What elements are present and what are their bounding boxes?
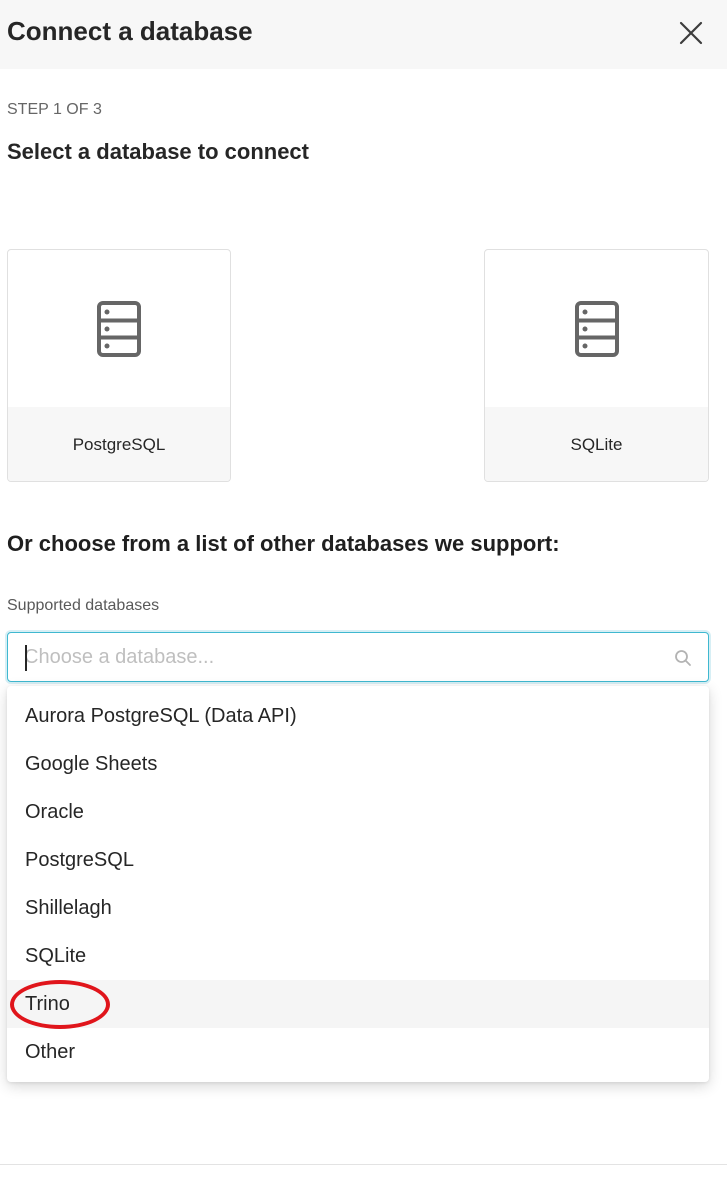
supported-databases-label: Supported databases [7,597,160,614]
footer-divider [0,1164,727,1165]
dropdown-option[interactable]: Oracle [7,788,709,836]
dropdown-option[interactable]: SQLite [7,932,709,980]
database-icon [574,300,619,357]
dropdown-option[interactable]: Other [7,1028,709,1076]
database-search-input[interactable] [24,633,664,681]
text-caret [25,645,27,671]
close-icon[interactable] [676,18,706,48]
database-dropdown-menu: Aurora PostgreSQL (Data API) Google Shee… [7,686,709,1082]
dropdown-option[interactable]: Aurora PostgreSQL (Data API) [7,692,709,740]
modal-title: Connect a database [7,16,253,46]
dropdown-option[interactable]: Google Sheets [7,740,709,788]
database-card-label: PostgreSQL [8,407,230,481]
modal-header: Connect a database [0,0,727,69]
other-databases-heading: Or choose from a list of other databases… [7,531,560,556]
database-card-postgresql[interactable]: PostgreSQL [7,249,231,482]
dropdown-option-trino[interactable]: Trino [7,980,709,1028]
search-icon [675,650,691,666]
database-icon [97,300,141,357]
database-select[interactable] [7,632,709,682]
section-subtitle: Select a database to connect [7,139,309,164]
step-indicator: STEP 1 OF 3 [7,101,102,118]
dropdown-option[interactable]: Shillelagh [7,884,709,932]
database-card-sqlite[interactable]: SQLite [484,249,709,482]
close-button[interactable] [676,18,706,48]
dropdown-option[interactable]: PostgreSQL [7,836,709,884]
database-card-label: SQLite [485,407,708,481]
